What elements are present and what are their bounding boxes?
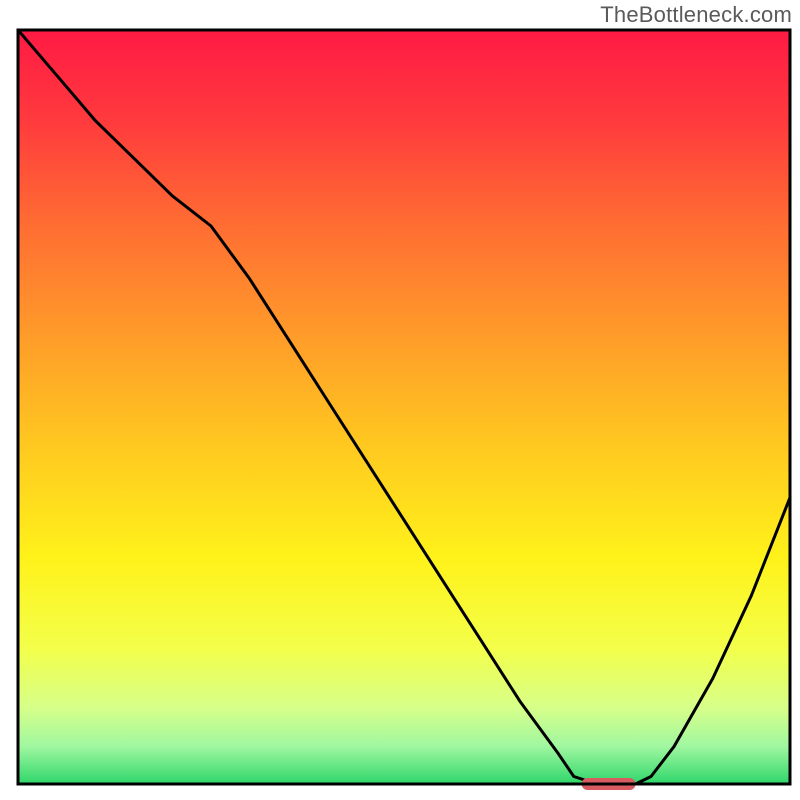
chart-background: [18, 30, 790, 784]
bottleneck-chart: TheBottleneck.com: [0, 0, 800, 800]
chart-canvas: [0, 0, 800, 800]
watermark-text: TheBottleneck.com: [600, 2, 792, 28]
